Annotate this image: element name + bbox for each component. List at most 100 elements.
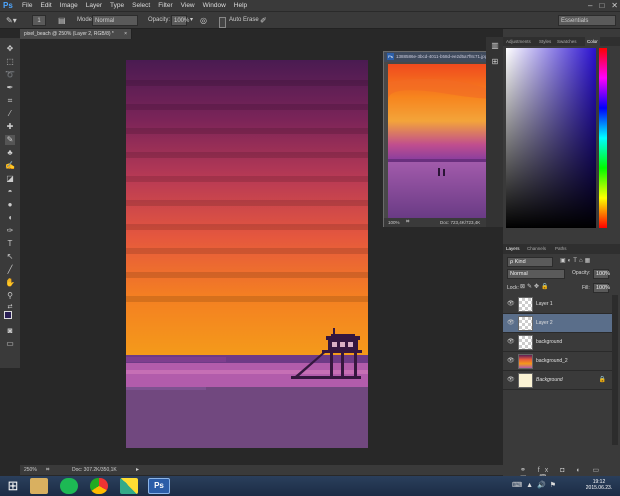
menu-help[interactable]: Help [234, 0, 247, 12]
start-button-icon[interactable]: ⊞ [4, 478, 22, 494]
tab-adjustments[interactable]: Adjustments [506, 37, 531, 46]
tray-icons[interactable]: ⌨▲🔊⚑ [512, 481, 560, 489]
close-tab-icon[interactable]: × [124, 29, 127, 39]
marquee-tool-icon[interactable]: ⬚ [5, 57, 15, 67]
eye-icon[interactable]: 👁 [507, 338, 515, 345]
eye-icon[interactable]: 👁 [507, 376, 515, 383]
healing-tool-icon[interactable]: ✚ [5, 122, 15, 132]
mode-select[interactable]: Normal [92, 15, 138, 26]
layers-panel-tabs: Layers Channels Paths [503, 244, 620, 254]
close-button[interactable]: ✕ [611, 0, 618, 12]
layer-filter-icons[interactable]: ▣◐T⌂▦ [560, 257, 592, 264]
pressure-opacity-icon[interactable]: ◎ [200, 15, 207, 26]
maximize-button[interactable]: □ [599, 0, 604, 12]
workspace-select[interactable]: Essentials [558, 15, 616, 26]
lock-icons[interactable]: ⊠✎✥🔒 [520, 283, 551, 290]
eyedropper-tool-icon[interactable]: ⁄ [5, 109, 15, 119]
brush-panel-icon[interactable]: ▤ [58, 15, 66, 26]
chrome-icon[interactable] [90, 478, 108, 494]
line-tool-icon[interactable]: ╱ [5, 265, 15, 275]
layer-row[interactable]: 👁 Background 🔒 [503, 371, 612, 390]
history-brush-icon[interactable]: ✍ [5, 161, 15, 171]
menu-type[interactable]: Type [110, 0, 124, 12]
fill-field[interactable]: 100% [593, 283, 610, 293]
foreground-color-swatch[interactable] [4, 311, 12, 319]
eye-icon[interactable]: 👁 [507, 319, 515, 326]
stamp-tool-icon[interactable]: ♣ [5, 148, 15, 158]
hue-slider[interactable] [599, 48, 607, 228]
brush-size-field[interactable]: 1 [32, 15, 46, 26]
tab-channels[interactable]: Channels [527, 244, 546, 254]
layer-row[interactable]: 👁 background_2 [503, 352, 612, 371]
menu-image[interactable]: Image [60, 0, 78, 12]
minimize-button[interactable]: – [588, 0, 592, 12]
spotify-icon[interactable] [60, 478, 78, 494]
menu-layer[interactable]: Layer [86, 0, 102, 12]
eye-icon[interactable]: 👁 [507, 357, 515, 364]
layer-thumbnail [518, 316, 533, 331]
options-bar: ✎▾ 1 ▤ Mode: Normal Opacity: 100% ▾ ◎ Au… [0, 12, 620, 29]
color-field[interactable] [506, 48, 596, 228]
opacity-dropdown-icon[interactable]: ▾ [190, 15, 193, 26]
window-controls: – □ ✕ [588, 0, 618, 12]
reference-doc-info: Doc: 723,4K/723,4K [440, 220, 481, 225]
history-panel-icon[interactable]: ▥ [490, 41, 500, 51]
tab-color[interactable]: Color [585, 37, 600, 46]
layer-kind-filter[interactable]: ρ Kind [507, 257, 553, 267]
menu-filter[interactable]: Filter [158, 0, 172, 12]
file-explorer-icon[interactable] [30, 478, 48, 494]
move-tool-icon[interactable]: ✥ [5, 44, 15, 54]
eraser-tool-icon[interactable]: ◪ [5, 174, 15, 184]
windows-taskbar: ⊞ Ps ⌨▲🔊⚑ 19:12 2015.06.23. [0, 476, 620, 496]
opacity-field[interactable]: 100% [171, 15, 189, 26]
layer-blend-mode[interactable]: Normal [507, 269, 565, 279]
zoom-tool-icon[interactable]: ⚲ [5, 291, 15, 301]
properties-panel-icon[interactable]: ⊞ [490, 57, 500, 67]
menu-edit[interactable]: Edit [40, 0, 51, 12]
hand-tool-icon[interactable]: ✋ [5, 278, 15, 288]
tab-layers[interactable]: Layers [506, 244, 520, 254]
document-tab[interactable]: pixel_beach @ 250% (Layer 2, RGB/8) * × [20, 29, 132, 39]
pen-tool-icon[interactable]: ✑ [5, 226, 15, 236]
screen-mode-icon[interactable]: ▭ [5, 339, 15, 349]
menu-file[interactable]: File [22, 0, 32, 12]
status-bar-icon[interactable]: ⌗ [46, 465, 49, 475]
menu-select[interactable]: Select [132, 0, 150, 12]
bucket-tool-icon[interactable]: ◓ [5, 187, 15, 197]
eye-icon[interactable]: 👁 [507, 300, 515, 307]
tab-styles[interactable]: Styles [539, 37, 551, 46]
dodge-tool-icon[interactable]: ◖ [5, 213, 15, 223]
menu-window[interactable]: Window [203, 0, 226, 12]
photoshop-taskbar-icon[interactable]: Ps [148, 478, 170, 494]
type-tool-icon[interactable]: T [5, 239, 15, 249]
lasso-tool-icon[interactable]: ➰ [5, 70, 15, 80]
auto-erase-checkbox[interactable] [219, 17, 226, 28]
layer-name: background [536, 339, 563, 345]
menu-bar: Ps File Edit Image Layer Type Select Fil… [0, 0, 620, 12]
tools-panel: ✥ ⬚ ➰ ✒ ⌗ ⁄ ✚ ✎ ♣ ✍ ◪ ◓ ● ◖ ✑ T ↖ ╱ ✋ ⚲ … [0, 38, 20, 368]
menu-view[interactable]: View [181, 0, 195, 12]
path-select-tool-icon[interactable]: ↖ [5, 252, 15, 262]
document-canvas-image[interactable] [126, 60, 368, 448]
clock-date[interactable]: 2015.06.23. [582, 485, 616, 491]
color-panel-tabs: Adjustments Styles Swatches Color [503, 37, 620, 46]
tab-swatches[interactable]: Swatches [557, 37, 577, 46]
pressure-size-icon[interactable]: ✐ [260, 15, 267, 26]
tab-paths[interactable]: Paths [555, 244, 567, 254]
blur-tool-icon[interactable]: ● [5, 200, 15, 210]
layer-row[interactable]: 👁 Layer 2 [503, 314, 612, 333]
pencil-tool-icon[interactable]: ✎ [5, 135, 15, 145]
layer-opacity-field[interactable]: 100% [593, 269, 610, 279]
quick-mask-icon[interactable]: ◙ [5, 326, 15, 336]
crop-tool-icon[interactable]: ⌗ [5, 96, 15, 106]
status-arrow-icon[interactable]: ▸ [136, 465, 139, 475]
layers-scrollbar[interactable] [612, 295, 618, 445]
app-icon[interactable] [120, 478, 138, 494]
reference-zoom[interactable]: 100% [388, 218, 400, 227]
layer-row[interactable]: 👁 background [503, 333, 612, 352]
pencil-tool-icon[interactable]: ✎▾ [6, 15, 17, 26]
reference-status-icon[interactable]: ⌗ [406, 218, 409, 227]
zoom-level[interactable]: 250% [24, 465, 37, 475]
layer-row[interactable]: 👁 Layer 1 [503, 295, 612, 314]
quick-select-tool-icon[interactable]: ✒ [5, 83, 15, 93]
